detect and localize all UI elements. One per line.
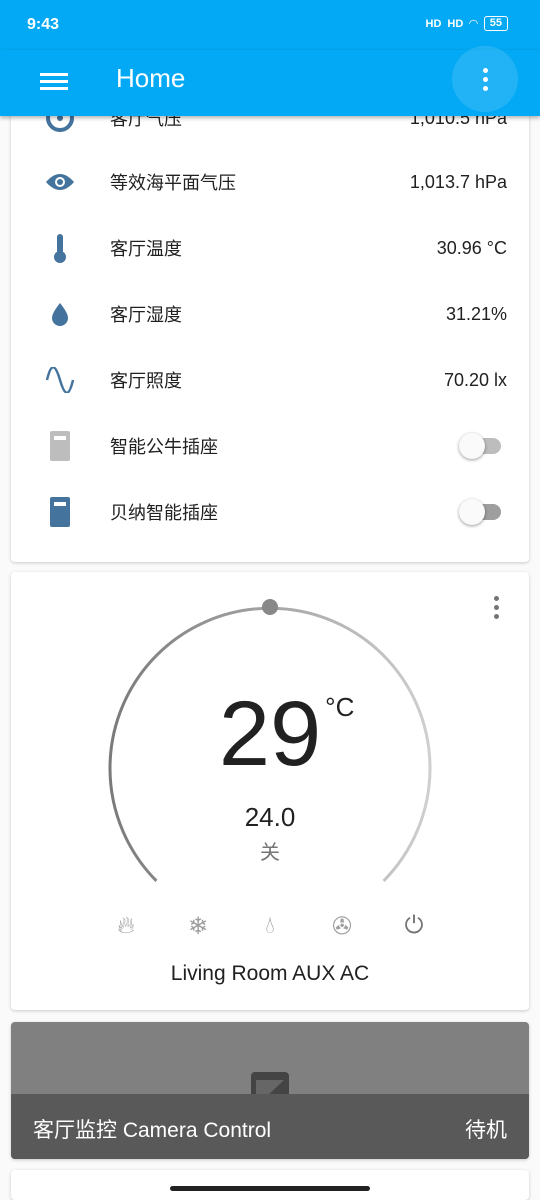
current-temperature: 29 °C xyxy=(218,683,355,785)
wifi-icon: ◠ xyxy=(469,18,478,30)
entity-value: 31.21% xyxy=(445,303,507,324)
entity-label: 等效海平面气压 xyxy=(110,173,236,193)
power-socket-icon xyxy=(45,431,75,461)
fire-icon[interactable]: 🔥︎ xyxy=(111,912,141,940)
entity-label: 贝纳智能插座 xyxy=(110,503,218,523)
hvac-state: 关 xyxy=(260,842,280,864)
entity-row[interactable]: 贝纳智能插座 xyxy=(11,492,529,532)
signal-icon: HD xyxy=(425,17,442,30)
camera-info-bar: 客厅监控 Camera Control 待机 xyxy=(11,1094,529,1159)
entities-card: 客厅气压 1,010.5 hPa 等效海平面气压 1,013.7 hPa 客厅温度 3… xyxy=(11,80,529,562)
entity-row[interactable]: 等效海平面气压 1,013.7 hPa xyxy=(11,162,529,202)
entity-value: 30.96 °C xyxy=(436,237,507,258)
water-percent-icon[interactable]: 💧︎ xyxy=(255,912,285,940)
fan-icon[interactable]: ✇ xyxy=(327,912,357,941)
thermostat-name: Living Room AUX AC xyxy=(170,962,370,985)
camera-name: 客厅监控 Camera Control xyxy=(33,1119,272,1142)
snowflake-icon[interactable]: ❄ xyxy=(183,912,213,941)
status-bar: 9:43 HD HD ◠ 55 xyxy=(0,0,540,50)
toggle-switch[interactable] xyxy=(459,433,501,459)
camera-state: 待机 xyxy=(465,1119,507,1142)
entity-row[interactable]: 客厅湿度 31.21% xyxy=(11,294,529,334)
eye-icon xyxy=(45,167,75,197)
entity-row[interactable]: 客厅温度 30.96 °C xyxy=(11,228,529,268)
entity-label: 客厅湿度 xyxy=(110,305,182,325)
entity-label: 客厅照度 xyxy=(110,371,182,391)
entity-label: 智能公牛插座 xyxy=(110,437,218,457)
camera-card[interactable]: 客厅监控 Camera Control 待机 xyxy=(11,1022,529,1159)
entity-value: 1,013.7 hPa xyxy=(409,171,507,192)
dial-handle xyxy=(262,599,278,615)
target-temperature: 24.0 xyxy=(244,802,296,832)
battery-icon: 55 xyxy=(483,16,508,31)
signal-icon-2: HD xyxy=(447,17,464,30)
entity-value: 70.20 lx xyxy=(443,369,507,390)
home-indicator[interactable] xyxy=(170,1186,370,1191)
entity-row[interactable]: 智能公牛插座 xyxy=(11,426,529,466)
next-card xyxy=(11,1170,529,1200)
page-title: Home xyxy=(116,63,186,93)
temperature-unit: °C xyxy=(325,692,355,722)
power-icon[interactable]: ⏻ xyxy=(399,912,429,940)
power-socket-icon xyxy=(45,497,75,527)
thermometer-icon xyxy=(45,233,75,263)
sine-wave-icon xyxy=(45,365,75,395)
entity-row[interactable]: 客厅照度 70.20 lx xyxy=(11,360,529,400)
toggle-switch[interactable] xyxy=(459,499,501,525)
app-bar: Home xyxy=(0,46,540,116)
entity-label: 客厅温度 xyxy=(110,239,182,259)
thermostat-card: 29 °C 24.0 关 🔥︎ ❄ 💧︎ ✇ ⏻ Living Room AUX … xyxy=(11,572,529,1010)
status-time: 9:43 xyxy=(27,16,60,33)
hamburger-icon[interactable] xyxy=(40,70,68,94)
water-percent-icon xyxy=(45,299,75,329)
more-options-button[interactable] xyxy=(452,46,518,112)
